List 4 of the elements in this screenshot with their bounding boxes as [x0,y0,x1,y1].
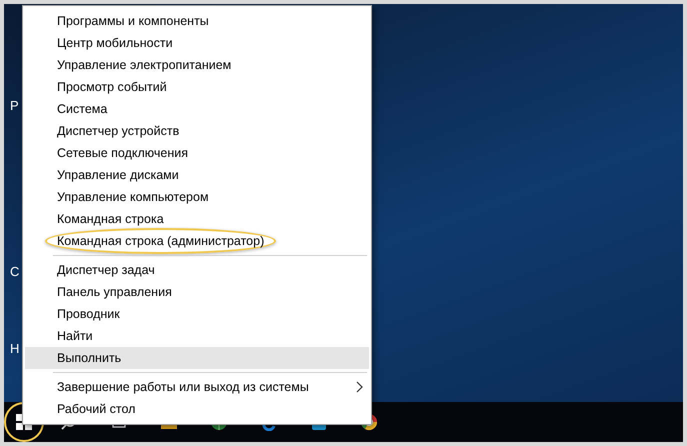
desktop-icon-label[interactable]: Р [10,96,19,116]
desktop-icon-label[interactable]: Н [10,339,20,358]
desktop-icon-label[interactable]: С [10,262,20,282]
menu-item[interactable]: Выполнить [25,347,369,369]
